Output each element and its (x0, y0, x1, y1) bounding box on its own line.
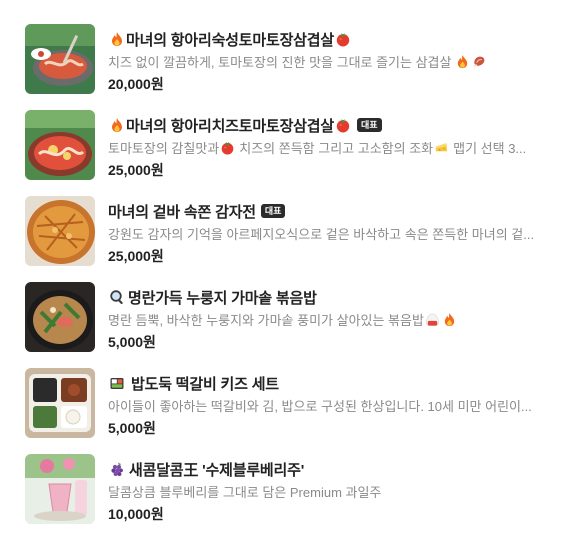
menu-item-description-row: 토마토장의 감칠맛과 치즈의 쫀득함 그리고 고소함의 조화 맵기 선택 3..… (108, 138, 556, 156)
menu-item-title-row: 명란가득 누룽지 가마솥 볶음밥 (108, 286, 317, 308)
magnifier-icon (109, 289, 125, 305)
fire-icon (109, 31, 125, 47)
signature-badge: 대표 (260, 204, 286, 218)
menu-item-title: 명란가득 누룽지 가마솥 볶음밥 (128, 289, 317, 307)
menu-item[interactable]: 마녀의 항아리숙성토마토장삼겹살 치즈 없이 깔끔하게, 토마토장의 진한 맛을… (25, 24, 565, 96)
rice-ball-icon (425, 312, 440, 327)
fire-icon (455, 54, 470, 69)
menu-item-photo[interactable] (25, 368, 95, 438)
menu-item-photo[interactable] (25, 110, 95, 180)
tomato-icon (335, 31, 351, 47)
fire-icon (109, 117, 125, 133)
menu-item-description-row: 강원도 감자의 기억을 아르페지오식으로 겉은 바삭하고 속은 쫀득한 마녀의 … (108, 224, 556, 242)
grapes-icon (109, 461, 125, 477)
meat-icon (472, 54, 487, 69)
menu-item-title-row: 마녀의 항아리치즈토마토장삼겹살 대표 (108, 114, 382, 136)
menu-item-description: 달콤상큼 블루베리를 그대로 담은 Premium 과일주 (108, 484, 382, 500)
menu-item[interactable]: 밥도둑 떡갈비 키즈 세트 아이들이 좋아하는 떡갈비와 김, 밥으로 구성된 … (25, 368, 565, 440)
menu-item-title-row: 마녀의 항아리숙성토마토장삼겹살 (108, 28, 352, 50)
menu-item-title: 새콤달콤王 '수제블루베리주' (129, 461, 305, 479)
menu-item[interactable]: 명란가득 누룽지 가마솥 볶음밥 명란 듬뿍, 바삭한 누룽지와 가마솥 풍미가… (25, 282, 565, 354)
tomato-icon (335, 117, 351, 133)
menu-item[interactable]: 마녀의 항아리치즈토마토장삼겹살 대표 토마토장의 감칠맛과 치즈의 쫀득함 그… (25, 110, 565, 182)
menu-item-photo[interactable] (25, 454, 95, 524)
fire-icon (442, 312, 457, 327)
menu-item-title: 마녀의 항아리치즈토마토장삼겹살 (126, 117, 334, 135)
menu-item-description: 아이들이 좋아하는 떡갈비와 김, 밥으로 구성된 한상입니다. 10세 미만 … (108, 398, 532, 414)
menu-item-photo[interactable] (25, 24, 95, 94)
menu-item-price: 20,000원 (108, 76, 164, 92)
menu-item-description: 맵기 선택 3... (453, 140, 527, 156)
menu-item-photo[interactable] (25, 282, 95, 352)
menu-item-photo[interactable] (25, 196, 95, 266)
menu-item-price: 10,000원 (108, 506, 164, 522)
menu-item-description-row: 달콤상큼 블루베리를 그대로 담은 Premium 과일주 (108, 482, 556, 500)
signature-badge: 대표 (356, 118, 382, 132)
menu-item-price: 5,000원 (108, 334, 156, 350)
menu-item-description-row: 치즈 없이 깔끔하게, 토마토장의 진한 맛을 그대로 즐기는 삼겹살 (108, 52, 556, 70)
menu-item-title: 마녀의 항아리숙성토마토장삼겹살 (126, 31, 334, 49)
menu-item-description-row: 명란 듬뿍, 바삭한 누룽지와 가마솥 풍미가 살아있는 볶음밥 (108, 310, 556, 328)
menu-item-title: 마녀의 겉바 속쫀 감자전 (108, 203, 256, 221)
menu-item-description: 명란 듬뿍, 바삭한 누룽지와 가마솥 풍미가 살아있는 볶음밥 (108, 312, 424, 328)
menu-item-description: 치즈의 쫀득함 그리고 고소함의 조화 (239, 140, 434, 156)
cheese-icon (434, 140, 449, 155)
menu-item-description: 토마토장의 감칠맛과 (108, 140, 220, 156)
menu-item-title-row: 밥도둑 떡갈비 키즈 세트 (108, 372, 279, 394)
menu-item-description: 치즈 없이 깔끔하게, 토마토장의 진한 맛을 그대로 즐기는 삼겹살 (108, 54, 452, 70)
menu-item-title-row: 마녀의 겉바 속쫀 감자전 대표 (108, 200, 286, 222)
menu-item-price: 25,000원 (108, 162, 164, 178)
menu-item-description-row: 아이들이 좋아하는 떡갈비와 김, 밥으로 구성된 한상입니다. 10세 미만 … (108, 396, 556, 414)
menu-item-title-row: 새콤달콤王 '수제블루베리주' (108, 458, 304, 480)
menu-item[interactable]: 마녀의 겉바 속쫀 감자전 대표 강원도 감자의 기억을 아르페지오식으로 겉은… (25, 196, 565, 268)
menu-list: 마녀의 항아리숙성토마토장삼겹살 치즈 없이 깔끔하게, 토마토장의 진한 맛을… (0, 0, 576, 533)
bento-icon (109, 375, 125, 391)
menu-item[interactable]: 새콤달콤王 '수제블루베리주' 달콤상큼 블루베리를 그대로 담은 Premiu… (25, 454, 565, 526)
menu-item-description: 강원도 감자의 기억을 아르페지오식으로 겉은 바삭하고 속은 쫀득한 마녀의 … (108, 226, 535, 242)
menu-item-title: 밥도둑 떡갈비 키즈 세트 (131, 375, 279, 393)
menu-item-price: 5,000원 (108, 420, 156, 436)
menu-item-price: 25,000원 (108, 248, 164, 264)
tomato-icon (220, 140, 235, 155)
